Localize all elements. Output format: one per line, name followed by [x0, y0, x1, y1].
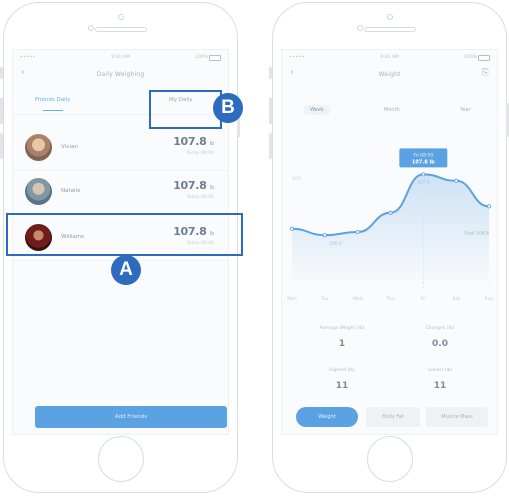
friend-row-vivian[interactable]: Vivian 107.8 lb Today 08:00 — [13, 127, 228, 171]
stat-value-lowest: 11 — [433, 381, 447, 391]
nav-bar: ‹ Daily Weighing — [13, 64, 228, 84]
chart-point-wed — [355, 230, 360, 235]
friend-updated: Today 08:00 — [186, 151, 214, 156]
status-bar: ••••• 9:41 AM 100% — [13, 50, 228, 64]
avatar — [25, 178, 52, 205]
weight-line-chart: Fri 08:00107.8 lb 106.0 107.8 Goal 106.8 107… — [287, 148, 494, 302]
stat-value-average: 1 — [338, 339, 346, 349]
tab-muscle-mass[interactable]: Muscle Mass — [426, 407, 488, 427]
friend-name: Vivian — [61, 144, 78, 150]
tab-friends-daily[interactable]: Friends Daily — [35, 97, 71, 111]
chart-point-sun — [486, 204, 491, 209]
chart-x-tick-thu: Thu — [385, 296, 395, 302]
page-title: Weight — [378, 71, 401, 78]
home-button[interactable] — [366, 436, 413, 482]
chart-point-mon — [289, 226, 294, 231]
segment-year[interactable]: Year — [454, 105, 477, 115]
tab-label: Friends Daily — [35, 97, 71, 103]
home-button[interactable] — [97, 436, 144, 482]
status-bar: ••••• 9:41 AM 100% — [282, 50, 497, 64]
friend-updated: Today 08:00 — [186, 195, 214, 200]
friend-row-natalie[interactable]: Natalie 107.8 lb Today 08:00 — [13, 171, 228, 215]
stat-label-average: Average Weight (lb) — [319, 326, 365, 331]
annotation-badge-a: A — [111, 255, 141, 285]
battery-percent: 100% — [195, 55, 208, 60]
active-tab-indicator — [42, 109, 63, 111]
front-camera — [117, 14, 124, 20]
front-camera — [386, 14, 393, 20]
volume-down-button — [269, 133, 272, 159]
chart-x-tick-fri: Fri — [421, 296, 426, 302]
segment-month[interactable]: Month — [378, 105, 406, 115]
proximity-sensor — [357, 25, 363, 31]
proximity-sensor — [88, 25, 94, 31]
friend-name: Natalie — [61, 188, 81, 194]
chart-tooltip-title: Fri 08:00 — [413, 152, 433, 158]
chart-point-thu — [388, 210, 393, 215]
earpiece-speaker — [94, 27, 147, 32]
battery-percent: 100% — [464, 55, 477, 60]
friend-weight: 107.8 lb — [173, 135, 214, 148]
stat-label-changes: Changes (lb) — [425, 326, 455, 331]
chart-x-tick-wed: Wed — [353, 296, 363, 302]
chart-goal-label: Goal 106.8 — [464, 230, 489, 236]
right-phone-frame: ••••• 9:41 AM 100% ‹ Weight ⎘ Week Month… — [272, 2, 507, 493]
chart-point-tue — [322, 233, 327, 238]
nav-bar: ‹ Weight ⎘ — [282, 64, 497, 84]
earpiece-speaker — [363, 27, 416, 32]
battery-icon — [478, 55, 490, 61]
mute-switch — [269, 67, 272, 79]
volume-up-button — [269, 98, 272, 124]
chart-y-tick-label: 107 — [292, 176, 301, 182]
tab-weight[interactable]: Weight — [296, 407, 358, 427]
chart-max-label: 107.8 — [417, 179, 430, 185]
battery-icon — [209, 55, 221, 61]
tab-body-fat[interactable]: Body Fat — [366, 407, 420, 427]
stat-label-highest: Highest (lb) — [328, 368, 356, 373]
share-icon[interactable]: ⎘ — [482, 68, 489, 78]
stat-value-changes: 0.0 — [432, 339, 448, 349]
stat-label-lowest: Lowest (lb) — [427, 368, 453, 373]
chart-x-tick-sun: Sun — [485, 296, 494, 302]
callout-box-b — [149, 90, 222, 129]
annotation-badge-b: B — [213, 93, 243, 123]
volume-down-button — [0, 133, 3, 159]
chart-min-label: 106.0 — [329, 241, 342, 247]
avatar — [25, 134, 52, 161]
chart-x-tick-mon: Mon — [287, 296, 297, 302]
chart-x-tick-tue: Tue — [320, 296, 329, 302]
page-title: Daily Weighing — [96, 71, 145, 78]
chart-point-sat — [454, 178, 459, 183]
volume-up-button — [0, 98, 3, 124]
chart-x-tick-sat: Sat — [452, 296, 460, 302]
segment-week[interactable]: Week — [304, 105, 330, 115]
add-friends-button[interactable]: Add Friends — [35, 406, 227, 428]
callout-box-a — [6, 213, 243, 256]
stat-value-highest: 11 — [335, 381, 349, 391]
chart-area-fill — [292, 174, 489, 288]
friend-weight: 107.8 lb — [173, 179, 214, 192]
chart-tooltip-value: 107.8 lb — [412, 159, 435, 165]
mute-switch — [0, 67, 3, 79]
right-screen: ••••• 9:41 AM 100% ‹ Weight ⎘ Week Month… — [281, 49, 498, 435]
